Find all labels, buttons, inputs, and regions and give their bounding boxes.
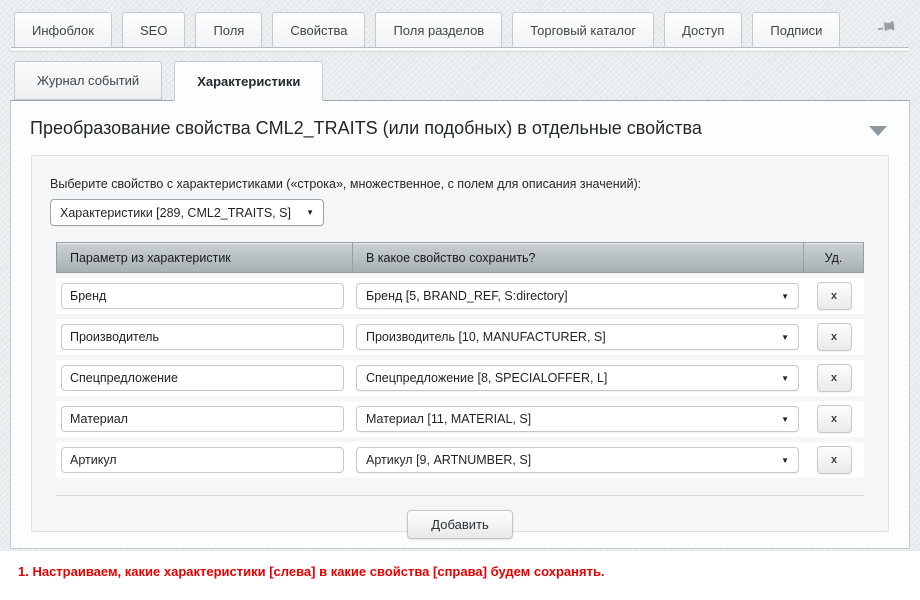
- delete-row-button[interactable]: x: [817, 446, 852, 474]
- tab-access[interactable]: Доступ: [664, 12, 742, 47]
- page-title: Преобразование свойства CML2_TRAITS (или…: [30, 118, 702, 139]
- select-value: Бренд [5, BRAND_REF, S:directory]: [366, 289, 568, 303]
- select-value: Производитель [10, MANUFACTURER, S]: [366, 330, 606, 344]
- target-property-select[interactable]: Производитель [10, MANUFACTURER, S] ▼: [356, 324, 799, 350]
- table-header-row: Параметр из характеристик В какое свойст…: [56, 242, 864, 273]
- tab-section-fields[interactable]: Поля разделов: [375, 12, 502, 47]
- dropdown-arrow-icon: ▼: [781, 292, 789, 301]
- target-property-select[interactable]: Материал [11, MATERIAL, S] ▼: [356, 406, 799, 432]
- param-input[interactable]: [61, 406, 344, 432]
- secondary-tab-bar: Журнал событий Характеристики: [0, 52, 920, 100]
- header-delete-column: Уд.: [803, 243, 863, 272]
- tab-event-log[interactable]: Журнал событий: [14, 61, 162, 100]
- select-value: Артикул [9, ARTNUMBER, S]: [366, 453, 531, 467]
- header-target-column: В какое свойство сохранить?: [352, 243, 803, 272]
- tab-trade-catalog[interactable]: Торговый каталог: [512, 12, 654, 47]
- tab-fields[interactable]: Поля: [195, 12, 262, 47]
- select-value: Характеристики [289, CML2_TRAITS, S]: [60, 206, 291, 220]
- dropdown-arrow-icon: ▼: [781, 333, 789, 342]
- table-row: Бренд [5, BRAND_REF, S:directory] ▼ x: [56, 278, 864, 314]
- table-row: Артикул [9, ARTNUMBER, S] ▼ x: [56, 442, 864, 478]
- dropdown-arrow-icon: ▼: [306, 208, 314, 217]
- tab-seo[interactable]: SEO: [122, 12, 185, 47]
- param-input[interactable]: [61, 365, 344, 391]
- tab-properties[interactable]: Свойства: [272, 12, 365, 47]
- instruction-area: 1. Настраиваем, какие характеристики [сл…: [0, 551, 920, 600]
- table-row: Материал [11, MATERIAL, S] ▼ x: [56, 401, 864, 437]
- collapse-arrow-icon[interactable]: [869, 126, 887, 136]
- settings-form: Выберите свойство с характеристиками («с…: [31, 155, 889, 532]
- table-row: Спецпредложение [8, SPECIALOFFER, L] ▼ x: [56, 360, 864, 396]
- dropdown-arrow-icon: ▼: [781, 456, 789, 465]
- admin-workspace: Инфоблок SEO Поля Свойства Поля разделов…: [0, 0, 920, 551]
- delete-row-button[interactable]: x: [817, 364, 852, 392]
- tab-captions[interactable]: Подписи: [752, 12, 840, 47]
- target-property-select[interactable]: Спецпредложение [8, SPECIALOFFER, L] ▼: [356, 365, 799, 391]
- source-property-select[interactable]: Характеристики [289, CML2_TRAITS, S] ▼: [50, 199, 324, 226]
- header-param-column: Параметр из характеристик: [57, 251, 352, 265]
- choose-property-label: Выберите свойство с характеристиками («с…: [50, 177, 870, 191]
- mapping-table: Параметр из характеристик В какое свойст…: [56, 242, 864, 478]
- select-value: Материал [11, MATERIAL, S]: [366, 412, 531, 426]
- target-property-select[interactable]: Артикул [9, ARTNUMBER, S] ▼: [356, 447, 799, 473]
- delete-row-button[interactable]: x: [817, 323, 852, 351]
- delete-row-button[interactable]: x: [817, 405, 852, 433]
- add-row-button[interactable]: Добавить: [407, 510, 512, 539]
- delete-row-button[interactable]: x: [817, 282, 852, 310]
- target-property-select[interactable]: Бренд [5, BRAND_REF, S:directory] ▼: [356, 283, 799, 309]
- param-input[interactable]: [61, 283, 344, 309]
- form-divider: [56, 495, 864, 496]
- dropdown-arrow-icon: ▼: [781, 415, 789, 424]
- panel-header: Преобразование свойства CML2_TRAITS (или…: [11, 101, 909, 149]
- tab-infoblock[interactable]: Инфоблок: [14, 12, 112, 47]
- select-value: Спецпредложение [8, SPECIALOFFER, L]: [366, 371, 607, 385]
- characteristics-panel: Преобразование свойства CML2_TRAITS (или…: [10, 100, 910, 549]
- param-input[interactable]: [61, 324, 344, 350]
- instruction-note: 1. Настраиваем, какие характеристики [сл…: [18, 564, 920, 579]
- tab-characteristics[interactable]: Характеристики: [174, 61, 323, 101]
- primary-tab-bar: Инфоблок SEO Поля Свойства Поля разделов…: [0, 0, 920, 47]
- dropdown-arrow-icon: ▼: [781, 374, 789, 383]
- param-input[interactable]: [61, 447, 344, 473]
- table-row: Производитель [10, MANUFACTURER, S] ▼ x: [56, 319, 864, 355]
- pin-icon[interactable]: [874, 14, 902, 42]
